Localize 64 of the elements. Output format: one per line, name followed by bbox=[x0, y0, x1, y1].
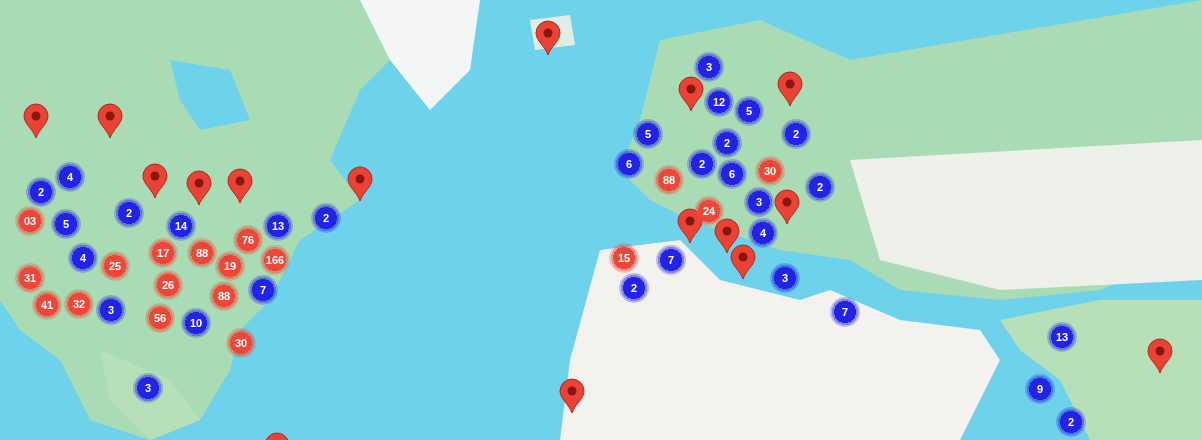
cluster-marker[interactable]: 9 bbox=[1025, 374, 1055, 404]
cluster-marker[interactable]: 13 bbox=[263, 211, 293, 241]
cluster-marker[interactable]: 2 bbox=[619, 273, 649, 303]
map-pin-icon[interactable] bbox=[227, 168, 253, 204]
cluster-marker[interactable]: 32 bbox=[64, 289, 94, 319]
cluster-marker[interactable]: 6 bbox=[717, 159, 747, 189]
cluster-marker[interactable]: 30 bbox=[226, 328, 256, 358]
cluster-marker[interactable]: 3 bbox=[694, 52, 724, 82]
cluster-marker[interactable]: 2 bbox=[781, 119, 811, 149]
map-pin-icon[interactable] bbox=[677, 208, 703, 244]
map-pin-icon[interactable] bbox=[23, 103, 49, 139]
cluster-marker[interactable]: 31 bbox=[15, 263, 45, 293]
cluster-marker[interactable]: 5 bbox=[734, 96, 764, 126]
map-pin-icon[interactable] bbox=[186, 170, 212, 206]
cluster-marker[interactable]: 12 bbox=[704, 87, 734, 117]
cluster-marker[interactable]: 3 bbox=[770, 263, 800, 293]
cluster-marker[interactable]: 17 bbox=[148, 238, 178, 268]
cluster-marker[interactable]: 88 bbox=[187, 238, 217, 268]
map-pin-icon[interactable] bbox=[97, 103, 123, 139]
cluster-marker[interactable]: 15 bbox=[609, 243, 639, 273]
cluster-marker[interactable]: 4 bbox=[748, 218, 778, 248]
map-pin-icon[interactable] bbox=[1147, 338, 1173, 374]
map-pin-icon[interactable] bbox=[777, 71, 803, 107]
cluster-marker[interactable]: 7 bbox=[830, 297, 860, 327]
cluster-marker[interactable]: 2 bbox=[114, 198, 144, 228]
cluster-marker[interactable]: 4 bbox=[68, 243, 98, 273]
cluster-marker[interactable]: 5 bbox=[633, 119, 663, 149]
cluster-marker[interactable]: 4 bbox=[55, 162, 85, 192]
cluster-marker[interactable]: 2 bbox=[687, 149, 717, 179]
cluster-marker[interactable]: 3 bbox=[96, 295, 126, 325]
cluster-marker[interactable]: 3 bbox=[133, 373, 163, 403]
cluster-marker[interactable]: 56 bbox=[145, 303, 175, 333]
map-pin-icon[interactable] bbox=[347, 166, 373, 202]
cluster-marker[interactable]: 24 bbox=[694, 196, 724, 226]
map-pin-icon[interactable] bbox=[535, 20, 561, 56]
cluster-marker[interactable]: 41 bbox=[32, 290, 62, 320]
cluster-marker[interactable]: 14 bbox=[166, 211, 196, 241]
map-pin-icon[interactable] bbox=[730, 244, 756, 280]
cluster-marker[interactable]: 26 bbox=[153, 270, 183, 300]
map-pin-icon[interactable] bbox=[678, 76, 704, 112]
cluster-marker[interactable]: 76 bbox=[233, 225, 263, 255]
map-pin-icon[interactable] bbox=[142, 163, 168, 199]
cluster-marker[interactable]: 88 bbox=[209, 281, 239, 311]
map-pin-icon[interactable] bbox=[559, 378, 585, 414]
cluster-marker[interactable]: 7 bbox=[656, 245, 686, 275]
cluster-marker[interactable]: 2 bbox=[26, 177, 56, 207]
map-pin-icon[interactable] bbox=[714, 218, 740, 254]
cluster-marker[interactable]: 2 bbox=[311, 203, 341, 233]
cluster-marker[interactable]: 7 bbox=[248, 275, 278, 305]
cluster-marker[interactable]: 5 bbox=[51, 209, 81, 239]
cluster-marker[interactable]: 2 bbox=[1056, 407, 1086, 437]
cluster-marker[interactable]: 6 bbox=[614, 149, 644, 179]
cluster-marker[interactable]: 10 bbox=[181, 308, 211, 338]
cluster-marker[interactable]: 3 bbox=[744, 187, 774, 217]
cluster-marker[interactable]: 19 bbox=[215, 251, 245, 281]
cluster-marker[interactable]: 88 bbox=[654, 165, 684, 195]
cluster-marker[interactable]: 25 bbox=[100, 251, 130, 281]
cluster-marker[interactable]: 2 bbox=[712, 128, 742, 158]
cluster-marker[interactable]: 2 bbox=[805, 172, 835, 202]
cluster-marker[interactable]: 03 bbox=[15, 206, 45, 236]
cluster-marker[interactable]: 166 bbox=[260, 245, 290, 275]
cluster-marker[interactable]: 30 bbox=[755, 156, 785, 186]
map-pin-icon[interactable] bbox=[774, 189, 800, 225]
cluster-marker[interactable]: 13 bbox=[1047, 322, 1077, 352]
